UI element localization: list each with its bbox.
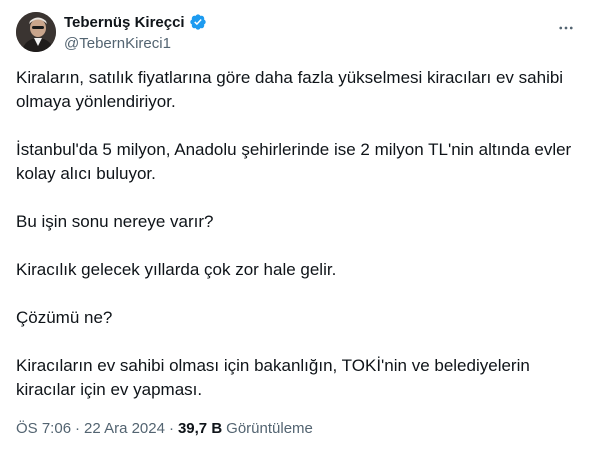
tweet-time[interactable]: ÖS 7:06 — [16, 420, 71, 437]
more-options-icon — [559, 26, 573, 30]
author-handle[interactable]: @TebernKireci1 — [64, 34, 207, 54]
more-options-button[interactable] — [552, 14, 580, 42]
display-name-row: Tebernüş Kireçci — [64, 12, 207, 32]
meta-separator: · — [168, 420, 174, 437]
avatar[interactable] — [16, 12, 56, 52]
views-label[interactable]: Görüntüleme — [226, 420, 313, 437]
tweet-paragraph: Bu işin sonu nereye varır? — [16, 212, 214, 231]
author-names: Tebernüş Kireçci @TebernKireci1 — [64, 12, 207, 54]
tweet-paragraph: Çözümü ne? — [16, 308, 113, 327]
avatar-photo-icon — [16, 12, 56, 52]
tweet-header: Tebernüş Kireçci @TebernKireci1 — [16, 10, 580, 54]
tweet-paragraph: Kiracıların ev sahibi olması için bakanl… — [16, 356, 530, 399]
tweet-card: Tebernüş Kireçci @TebernKireci1 Kiraları… — [0, 0, 596, 450]
views-count[interactable]: 39,7 B — [178, 420, 222, 437]
meta-separator: · — [75, 420, 81, 437]
display-name[interactable]: Tebernüş Kireçci — [64, 14, 185, 31]
tweet-text: Kiraların, satılık fiyatlarına göre daha… — [16, 66, 576, 426]
verified-badge-icon[interactable] — [189, 13, 207, 31]
tweet-paragraph: Kiracılık gelecek yıllarda çok zor hale … — [16, 260, 337, 279]
tweet-meta: ÖS 7:06 · 22 Ara 2024 · 39,7 B Görüntüle… — [16, 420, 313, 437]
tweet-paragraph: İstanbul'da 5 milyon, Anadolu şehirlerin… — [16, 140, 572, 183]
tweet-paragraph: Kiraların, satılık fiyatlarına göre daha… — [16, 68, 564, 111]
tweet-date[interactable]: 22 Ara 2024 — [84, 420, 165, 437]
